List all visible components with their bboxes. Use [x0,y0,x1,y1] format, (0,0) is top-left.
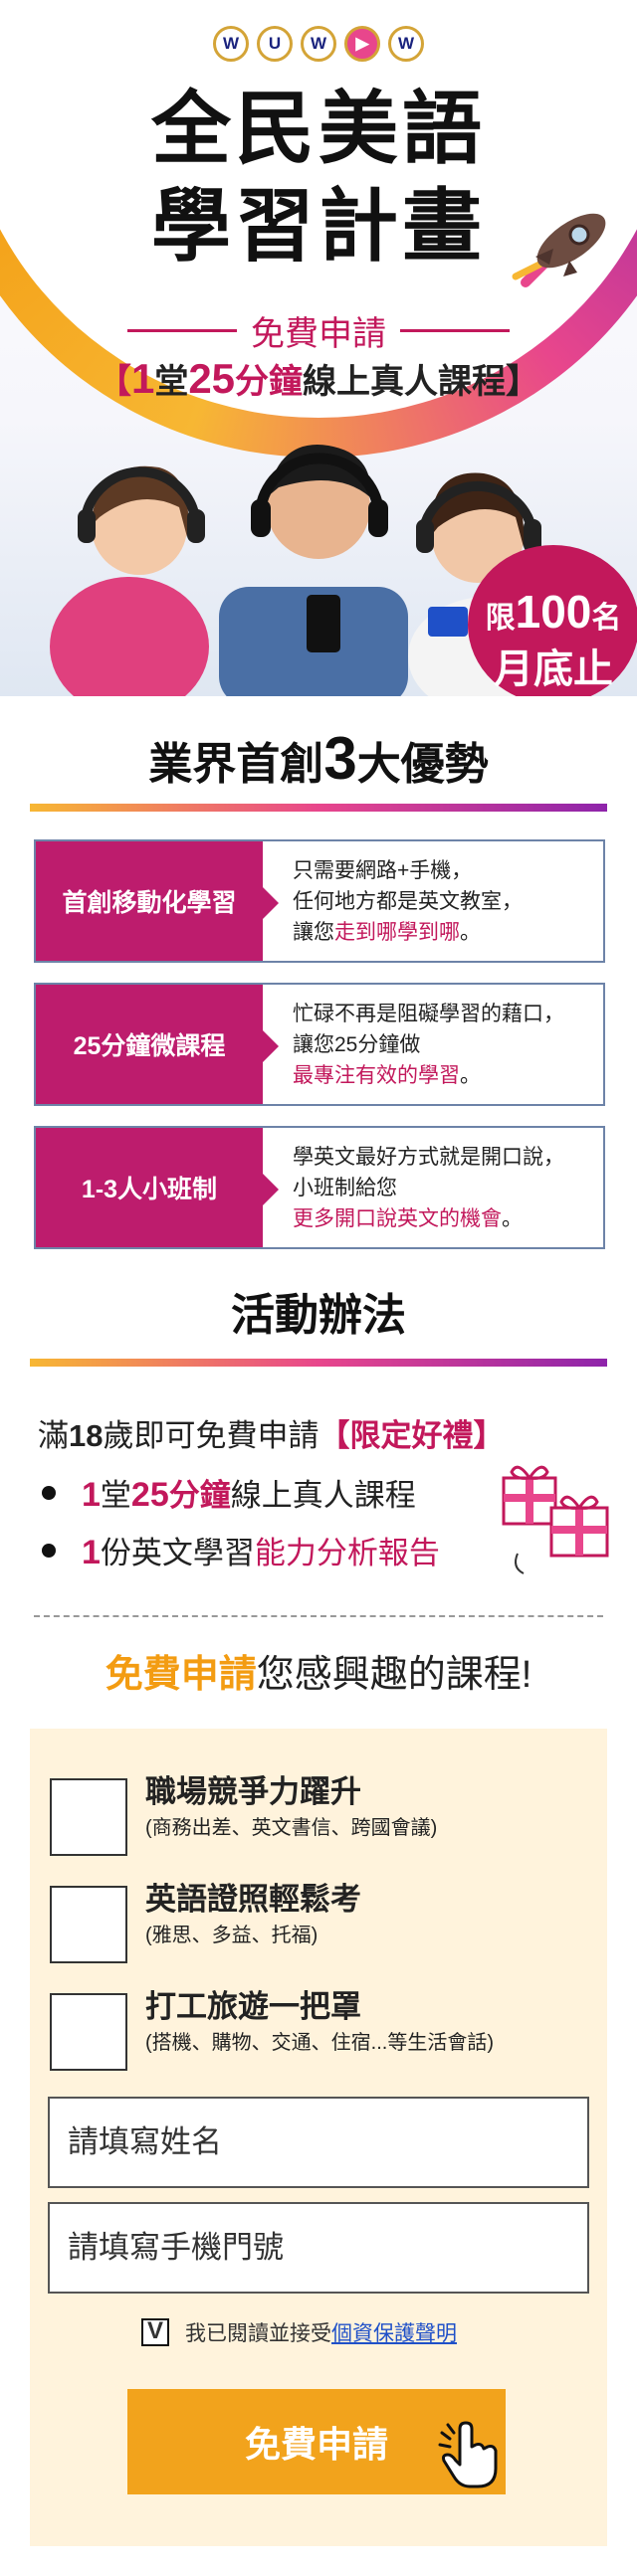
course-checkbox[interactable] [50,1886,127,1963]
rocket-icon [512,213,606,287]
hero-banner: W U W ▶ W 全民美語 學習計畫 免費申請 【1堂25分鐘線上真人課程】 [0,0,637,696]
eligibility-line: 滿18歲即可免費申請【限定好禮】 [38,1418,505,1453]
advantage-card: 首創移動化學習 只需要網路+手機， 任何地方都是英文教室， 讓您走到哪學到哪。 [34,839,605,963]
name-input[interactable] [48,2097,589,2188]
gift-item: 1份英文學習能力分析報告 [42,1528,440,1572]
course-option-certificate[interactable]: 英語證照輕鬆考 (雅思、多益、托福) [50,1880,597,1975]
signup-form: 職場競爭力躍升 (商務出差、英文書信、跨國會議) 英語證照輕鬆考 (雅思、多益、… [30,1729,607,2546]
apply-title: 免費申請您感興趣的課程! [105,1654,532,1696]
wuwow-logo: W U W ▶ W [197,26,440,70]
activity-heading: 活動辦法 [231,1291,406,1340]
course-checkbox[interactable] [50,1993,127,2071]
submit-button[interactable]: 免費申請 [127,2389,506,2494]
course-option-business[interactable]: 職場競爭力躍升 (商務出差、英文書信、跨國會議) [50,1772,597,1868]
bullet-icon [42,1485,56,1500]
advantage-label: 1-3人小班制 [36,1128,279,1247]
dashed-divider [34,1615,603,1617]
advantage-card: 25分鐘微課程 忙碌不再是阻礙學習的藉口， 讓您25分鐘做 最專注有效的學習。 [34,983,605,1106]
gift-box-icon [502,1465,609,1574]
hero-title-line1: 全民美語 [151,85,486,173]
free-apply-divider: 免費申請 [0,306,637,355]
advantage-desc: 學英文最好方式就是開口說， 小班制給您 更多開口說英文的機會。 [293,1146,564,1230]
course-offer: 【1堂25分鐘線上真人課程】 [97,355,540,402]
pointer-hand-icon [438,2421,498,2488]
advantage-label: 25分鐘微課程 [36,985,279,1104]
advantage-label: 首創移動化學習 [36,841,279,961]
privacy-agree: V 我已閱讀並接受個資保護聲明 [141,2317,457,2347]
agree-checkbox[interactable]: V [141,2318,169,2346]
limit-badge: 限100名 月底止 [468,545,637,696]
advantage-desc: 只需要網路+手機， 任何地方都是英文教室， 讓您走到哪學到哪。 [293,859,523,944]
course-option-working-holiday[interactable]: 打工旅遊一把罩 (搭機、購物、交通、住宿...等生活會話) [50,1987,597,2083]
activity-divider [30,1359,607,1367]
advantages-divider [30,804,607,812]
landing-page: W U W ▶ W 全民美語 學習計畫 免費申請 【1堂25分鐘線上真人課程】 [0,0,637,2576]
advantage-desc: 忙碌不再是阻礙學習的藉口， 讓您25分鐘做 最專注有效的學習。 [293,1003,564,1087]
privacy-policy-link[interactable]: 個資保護聲明 [331,2322,457,2345]
gift-item: 1堂25分鐘線上真人課程 [42,1470,416,1515]
advantage-card: 1-3人小班制 學英文最好方式就是開口說， 小班制給您 更多開口說英文的機會。 [34,1126,605,1249]
advantages-heading: 業界首創3大優勢 [148,725,489,792]
course-checkbox[interactable] [50,1778,127,1856]
bullet-icon [42,1543,56,1558]
free-apply-text: 免費申請 [251,315,386,353]
phone-input[interactable] [48,2202,589,2294]
